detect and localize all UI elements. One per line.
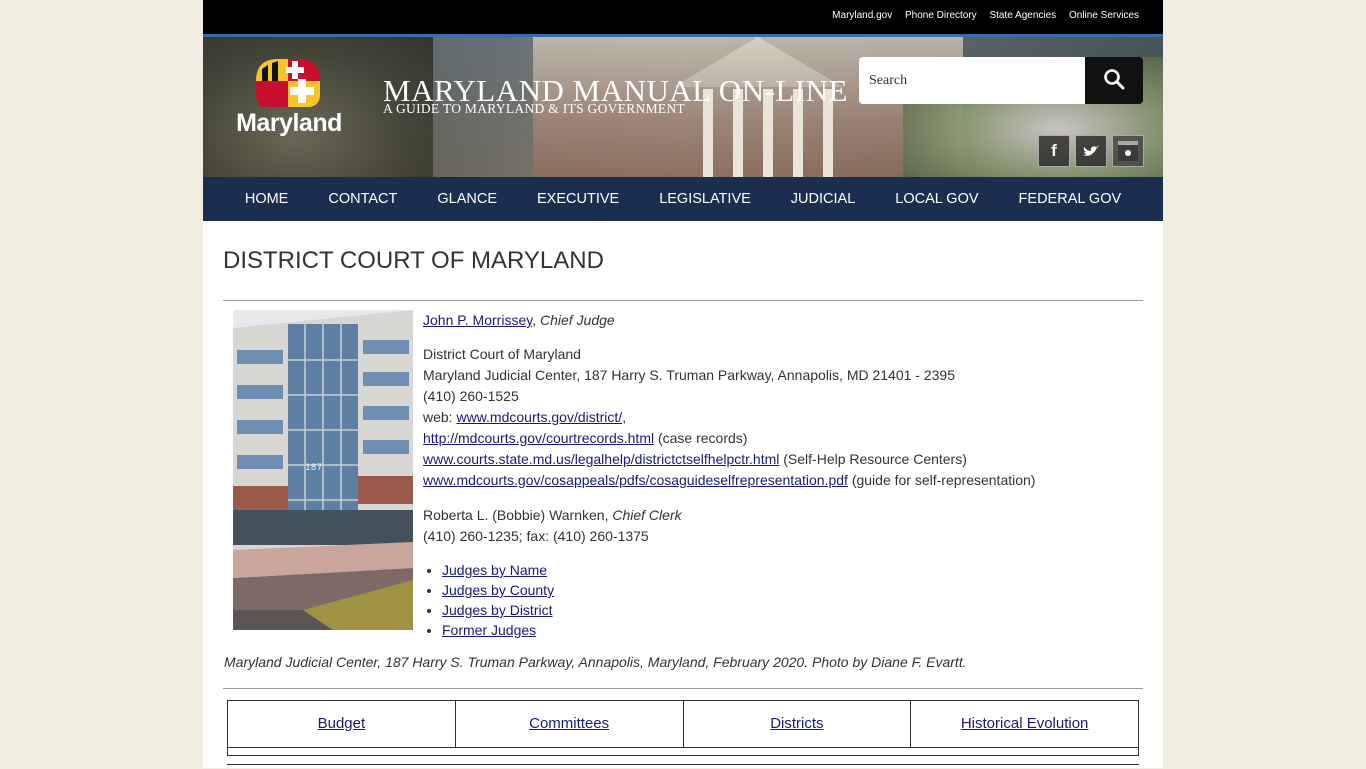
page-title: DISTRICT COURT OF MARYLAND — [223, 247, 604, 274]
flickr-icon — [1118, 141, 1138, 161]
search-form — [859, 57, 1143, 104]
chief-judge-line: John P. Morrissey, Chief Judge — [423, 312, 615, 328]
top-link-maryland-gov[interactable]: Maryland.gov — [832, 10, 892, 21]
self-help-link[interactable]: www.courts.state.md.us/legalhelp/distric… — [423, 451, 779, 467]
court-name: District Court of Maryland — [423, 346, 581, 362]
judges-by-county-link[interactable]: Judges by County — [442, 582, 554, 598]
table-cell: Historical Evolution — [910, 700, 1139, 748]
judicial-center-image: 187 — [233, 310, 413, 630]
photo-caption: Maryland Judicial Center, 187 Harry S. T… — [224, 654, 967, 670]
main-content: DISTRICT COURT OF MARYLAND — [203, 247, 1163, 301]
twitter-icon — [1083, 145, 1099, 156]
case-records-link[interactable]: http://mdcourts.gov/courtrecords.html — [423, 430, 654, 446]
court-info: John P. Morrissey, Chief Judge District … — [423, 310, 1035, 640]
top-link-phone-directory[interactable]: Phone Directory — [905, 10, 977, 21]
list-item: Judges by County — [442, 580, 1035, 600]
nav-home[interactable]: HOME — [225, 191, 309, 207]
maryland-flag-icon — [256, 59, 320, 107]
site-subtitle: A GUIDE TO MARYLAND & ITS GOVERNMENT — [383, 101, 686, 116]
search-button[interactable] — [1085, 57, 1143, 104]
search-input[interactable] — [859, 57, 1085, 104]
chief-clerk-phone: (410) 260-1235; fax: (410) 260-1375 — [423, 528, 649, 544]
nav-judicial[interactable]: JUDICIAL — [771, 191, 875, 207]
case-records-note: (case records) — [657, 430, 748, 446]
facebook-link[interactable]: f — [1038, 135, 1070, 167]
table-cell: Committees — [454, 700, 684, 748]
building-number: 187 — [305, 463, 322, 473]
judges-link-list: Judges by Name Judges by County Judges b… — [423, 560, 1035, 640]
self-rep-line: www.mdcourts.gov/cosappeals/pdfs/cosagui… — [423, 470, 1035, 491]
nav-legislative[interactable]: LEGISLATIVE — [639, 191, 771, 207]
web-prefix: web: — [423, 409, 453, 425]
header-banner: Maryland MARYLAND MANUAL ON-LINE A GUIDE… — [203, 37, 1163, 177]
list-item: Judges by District — [442, 600, 1035, 620]
chief-clerk-title: Chief Clerk — [612, 507, 682, 523]
self-representation-link[interactable]: www.mdcourts.gov/cosappeals/pdfs/cosagui… — [423, 472, 848, 488]
former-judges-link[interactable]: Former Judges — [442, 622, 536, 638]
table-cell: Districts — [682, 700, 912, 748]
top-link-online-services[interactable]: Online Services — [1069, 10, 1139, 21]
section-links-table: Budget Committees Districts Historical E… — [227, 700, 1139, 748]
nav-glance[interactable]: GLANCE — [417, 191, 517, 207]
chief-judge-link[interactable]: John P. Morrissey — [423, 312, 532, 328]
chief-clerk-line: Roberta L. (Bobbie) Warnken, Chief Clerk — [423, 505, 1035, 526]
court-phone: (410) 260-1525 — [423, 388, 519, 404]
main-nav: HOME CONTACT GLANCE EXECUTIVE LEGISLATIV… — [203, 177, 1163, 221]
search-icon — [1104, 69, 1125, 90]
flickr-link[interactable] — [1112, 135, 1144, 167]
historical-evolution-link[interactable]: Historical Evolution — [961, 715, 1089, 732]
district-website-link[interactable]: www.mdcourts.gov/district/ — [456, 409, 622, 425]
twitter-link[interactable] — [1075, 135, 1107, 167]
self-help-line: www.courts.state.md.us/legalhelp/distric… — [423, 449, 1035, 470]
court-address: Maryland Judicial Center, 187 Harry S. T… — [423, 367, 955, 383]
list-item: Former Judges — [442, 620, 1035, 640]
top-links: Maryland.gov Phone Directory State Agenc… — [822, 10, 1139, 21]
chief-clerk-name: Roberta L. (Bobbie) Warnken, — [423, 507, 609, 523]
case-records-line: http://mdcourts.gov/courtrecords.html (c… — [423, 428, 1035, 449]
table-spacer-row — [227, 746, 1139, 756]
building-photo: 187 — [233, 310, 413, 630]
caption-divider — [223, 688, 1143, 689]
nav-local-gov[interactable]: LOCAL GOV — [875, 191, 998, 207]
list-item: Judges by Name — [442, 560, 1035, 580]
districts-link[interactable]: Districts — [770, 715, 823, 732]
judges-by-district-link[interactable]: Judges by District — [442, 602, 552, 618]
top-link-state-agencies[interactable]: State Agencies — [989, 10, 1056, 21]
chief-judge-title: Chief Judge — [539, 312, 615, 328]
table-row: Budget Committees Districts Historical E… — [227, 700, 1139, 748]
facebook-icon: f — [1051, 141, 1057, 160]
top-bar: Maryland.gov Phone Directory State Agenc… — [203, 0, 1163, 37]
nav-executive[interactable]: EXECUTIVE — [517, 191, 639, 207]
title-divider — [223, 300, 1143, 301]
logo-wordmark: Maryland — [236, 109, 342, 137]
table-cell: Budget — [227, 700, 456, 748]
budget-link[interactable]: Budget — [318, 715, 366, 732]
web-line: web: www.mdcourts.gov/district/, — [423, 409, 627, 425]
self-representation-note: (guide for self-representation) — [851, 472, 1036, 488]
nav-contact[interactable]: CONTACT — [308, 191, 417, 207]
self-help-note: (Self-Help Resource Centers) — [783, 451, 967, 467]
nav-federal-gov[interactable]: FEDERAL GOV — [999, 191, 1142, 207]
judges-by-name-link[interactable]: Judges by Name — [442, 562, 547, 578]
page-container: Maryland.gov Phone Directory State Agenc… — [203, 0, 1163, 768]
committees-link[interactable]: Committees — [529, 715, 609, 732]
next-table-edge — [227, 764, 1139, 769]
